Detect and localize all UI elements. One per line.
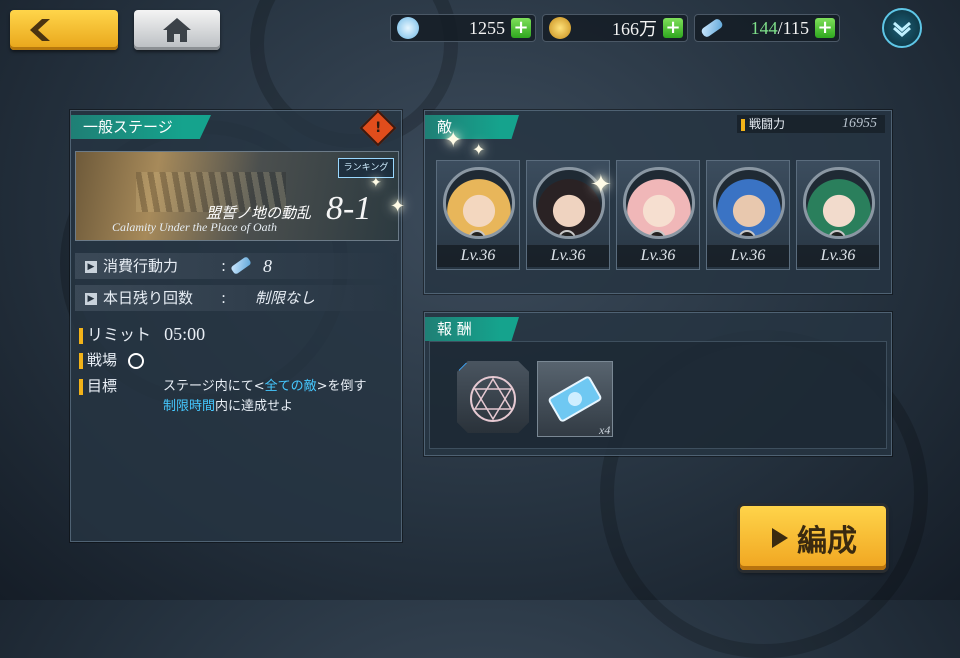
gem-icon (397, 17, 419, 39)
stage-title-en: Calamity Under the Place of Oath (112, 220, 277, 234)
sparkle-icon: ✦ (390, 196, 406, 217)
remaining-value: 制限なし (255, 289, 316, 307)
rank-icon (558, 230, 576, 236)
field-row: 戦場 (79, 349, 144, 370)
stage-number: 8-1 (326, 190, 372, 227)
enemy-portrait (623, 167, 695, 239)
enemy-card[interactable]: Lv.36 (436, 160, 520, 270)
enemy-portrait (713, 167, 785, 239)
home-button[interactable] (134, 10, 220, 50)
rank-icon (468, 230, 486, 236)
arrow-icon: ▶ (85, 292, 97, 305)
back-button[interactable] (10, 10, 118, 50)
goal-label: 目標 (87, 377, 118, 395)
sparkle-icon: ✦ (590, 170, 612, 200)
goal-text: ステージ内にて<全ての敵>を倒す 制限時間内に達成せよ (163, 379, 367, 414)
enemy-level: Lv.36 (707, 245, 789, 267)
enemy-level: Lv.36 (797, 245, 879, 267)
stage-tab: 一般ステージ (71, 115, 211, 139)
field-label: 戦場 (87, 351, 118, 369)
limit-row: リミット 05:00 (79, 321, 205, 345)
menu-button[interactable] (882, 8, 922, 48)
stamina-add-button[interactable]: + (815, 18, 835, 38)
gem-value: 1255 (469, 17, 505, 38)
sparkle-icon: ✦ (370, 175, 382, 191)
stamina-counter: 144/115 + (694, 14, 840, 42)
stage-banner[interactable]: ランキング 盟誓ノ地の動乱 Calamity Under the Place o… (75, 151, 399, 241)
gem-add-button[interactable]: + (511, 18, 531, 38)
field-icon[interactable] (127, 352, 144, 369)
goal-row: 目標 (79, 375, 117, 396)
stamina-icon (700, 17, 724, 39)
house-icon (163, 18, 191, 42)
chevron-left-icon (30, 19, 50, 41)
organize-button[interactable]: 編成 (740, 506, 886, 570)
rank-icon (738, 230, 756, 236)
play-icon (772, 528, 788, 548)
gem-counter: 1255 + (390, 14, 536, 42)
magic-circle-icon (459, 363, 516, 422)
power-value: 16955 (842, 116, 877, 131)
organize-label: 編成 (797, 524, 857, 559)
enemy-level: Lv.36 (527, 245, 609, 267)
stamina-current: 144 (750, 17, 778, 38)
rank-icon (648, 230, 666, 236)
gold-counter: 166万 + (542, 14, 688, 42)
stamina-max: 115 (782, 17, 809, 38)
cost-row: ▶ 消費行動力 : 8 (75, 253, 397, 279)
cost-value: 8 (263, 256, 272, 276)
remaining-label: 本日残り回数 (103, 289, 194, 307)
ranking-badge: ランキング (338, 158, 394, 178)
enemy-level: Lv.36 (617, 245, 699, 267)
power-box: 戦闘力 16955 (737, 115, 885, 133)
coin-icon (549, 17, 571, 39)
arrow-icon: ▶ (85, 260, 97, 273)
power-label: 戦闘力 (749, 117, 786, 131)
enemy-tab: 敵 (425, 115, 519, 139)
reward-count: x4 (599, 423, 611, 437)
stamina-icon (230, 256, 252, 275)
reward-item-1[interactable] (457, 361, 529, 433)
reward-panel: 報 酬 x4 (424, 312, 892, 456)
enemy-portrait (443, 167, 515, 239)
gold-add-button[interactable]: + (663, 18, 683, 38)
enemy-portrait (803, 167, 875, 239)
stage-info-panel: 一般ステージ ! ランキング 盟誓ノ地の動乱 Calamity Under th… (70, 109, 402, 542)
cost-label: 消費行動力 (103, 257, 179, 275)
rank-icon (828, 230, 846, 236)
sparkle-icon: ✦ (472, 140, 486, 159)
enemy-card[interactable]: Lv.36 (706, 160, 790, 270)
limit-value: 05:00 (164, 324, 206, 344)
enemy-level: Lv.36 (437, 245, 519, 267)
chevron-down-icon (893, 21, 911, 37)
reward-tab: 報 酬 (425, 317, 519, 341)
limit-label: リミット (87, 325, 152, 344)
sparkle-icon: ✦ (444, 128, 463, 153)
gold-value: 166万 (612, 19, 657, 39)
enemy-card[interactable]: Lv.36 (616, 160, 700, 270)
remaining-row: ▶ 本日残り回数 : 制限なし (75, 285, 397, 311)
enemy-card[interactable]: Lv.36 (796, 160, 880, 270)
